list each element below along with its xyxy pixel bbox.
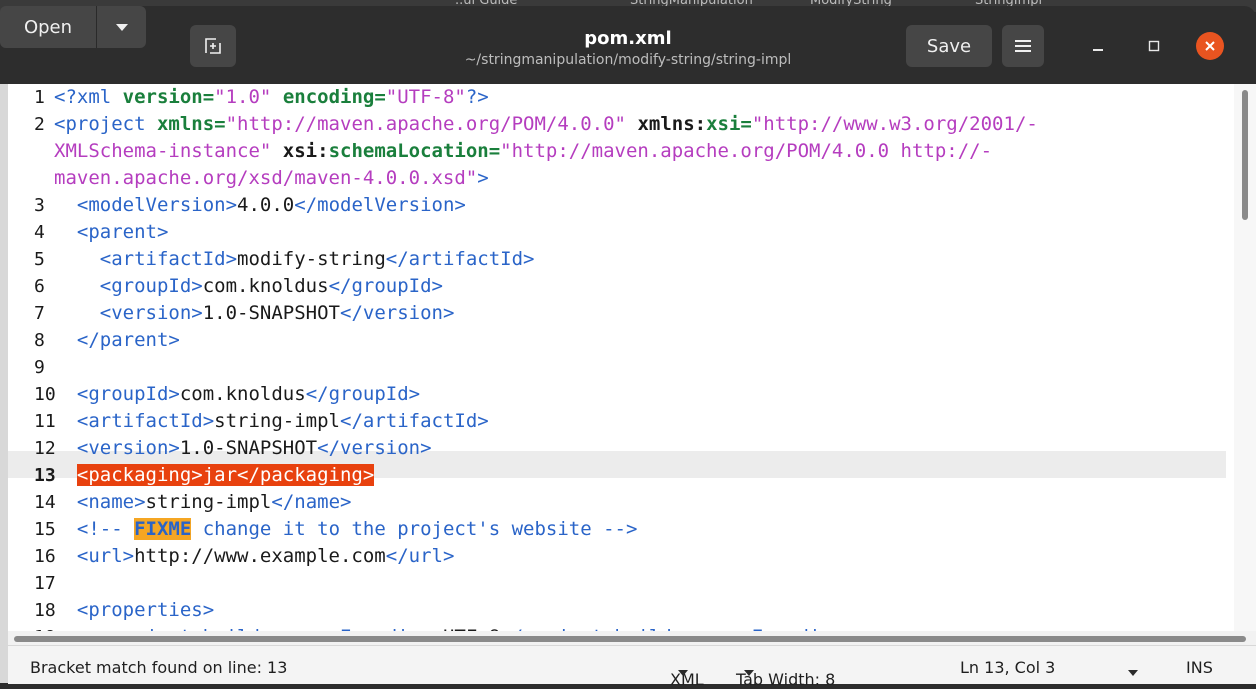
minimize-button[interactable] [1084, 32, 1112, 60]
code-line: <?xml version="1.0" encoding="UTF-8"?> [54, 86, 489, 108]
line-number: 10 [34, 384, 56, 405]
code-line: <version>1.0-SNAPSHOT</version> [99, 302, 455, 324]
line-number: 3 [34, 195, 45, 216]
save-button[interactable]: Save [906, 25, 992, 67]
horizontal-scrollbar-thumb[interactable] [14, 636, 1246, 642]
text-editor-area[interactable]: 1 <?xml version="1.0" encoding="UTF-8"?> 2… [8, 84, 1256, 631]
window-edge [0, 84, 8, 683]
close-icon [1205, 41, 1215, 51]
line-number: 6 [34, 276, 45, 297]
code-line: <groupId>com.knoldus</groupId> [76, 383, 421, 405]
vertical-scrollbar[interactable] [1234, 84, 1256, 631]
chevron-down-icon [678, 670, 688, 676]
line-number: 9 [34, 357, 45, 378]
insert-mode-indicator[interactable]: INS [1186, 658, 1213, 677]
cursor-position[interactable]: Ln 13, Col 3 [960, 658, 1055, 677]
code-line: <properties> [76, 599, 215, 621]
chevron-down-icon [1128, 670, 1138, 676]
hamburger-icon [1015, 40, 1031, 52]
hamburger-menu-button[interactable] [1002, 25, 1044, 67]
line-number: 11 [34, 411, 56, 432]
gedit-window: ..ui Guide StringManipulation ModifyStri… [0, 0, 1256, 689]
line-number: 5 [34, 249, 45, 270]
code-line: <groupId>com.knoldus</groupId> [99, 275, 443, 297]
line-number: 4 [34, 222, 45, 243]
line-number: 16 [34, 546, 56, 567]
window-title: pom.xml [584, 28, 672, 49]
line-number: 13 [34, 465, 56, 486]
window-subtitle: ~/stringmanipulation/modify-string/strin… [464, 52, 792, 68]
line-number: 17 [34, 573, 56, 594]
line-number: 7 [34, 303, 45, 324]
code-line: </parent> [76, 329, 180, 351]
line-number: 18 [34, 600, 56, 621]
line-number: 14 [34, 492, 56, 513]
line-number: 15 [34, 519, 56, 540]
code-line: <modelVersion>4.0.0</modelVersion> [76, 194, 466, 216]
line-number: 8 [34, 330, 45, 351]
code-line: <version>1.0-SNAPSHOT</version> [76, 437, 432, 459]
code-line: XMLSchema-instance" xsi:schemaLocation="… [54, 140, 993, 162]
maximize-button[interactable] [1140, 32, 1168, 60]
line-number: 1 [34, 87, 45, 108]
code-line: maven.apache.org/xsd/maven-4.0.0.xsd"> [54, 167, 489, 189]
vertical-scrollbar-thumb[interactable] [1242, 90, 1248, 220]
code-line: <url>http://www.example.com</url> [76, 545, 455, 567]
code-line: <name>string-impl</name> [76, 491, 352, 513]
chevron-down-icon [744, 670, 754, 676]
horizontal-scrollbar[interactable] [8, 631, 1256, 645]
status-message: Bracket match found on line: 13 [30, 658, 288, 677]
minimize-icon [1093, 49, 1103, 51]
code-line: <project.build.sourceEncoding>UTF-8</pro… [54, 624, 855, 631]
close-button[interactable] [1196, 32, 1224, 60]
maximize-icon [1148, 40, 1160, 52]
header-bar: Open pom.xml ~/stringmanipulation/modify… [0, 6, 1256, 84]
code-line: <artifactId>modify-string</artifactId> [99, 248, 535, 270]
line-number: 19 [8, 624, 56, 631]
code-line: <packaging>jar</packaging> [76, 464, 375, 486]
line-number: 2 [34, 114, 45, 135]
line-number: 12 [34, 438, 56, 459]
code-line: <project xmlns="http://maven.apache.org/… [54, 113, 1038, 135]
code-line: <parent> [76, 221, 169, 243]
status-bar: Bracket match found on line: 13 XML Tab … [8, 645, 1256, 689]
code-line: <artifactId>string-impl</artifactId> [76, 410, 489, 432]
code-line: <!-- FIXME change it to the project's we… [76, 518, 638, 540]
